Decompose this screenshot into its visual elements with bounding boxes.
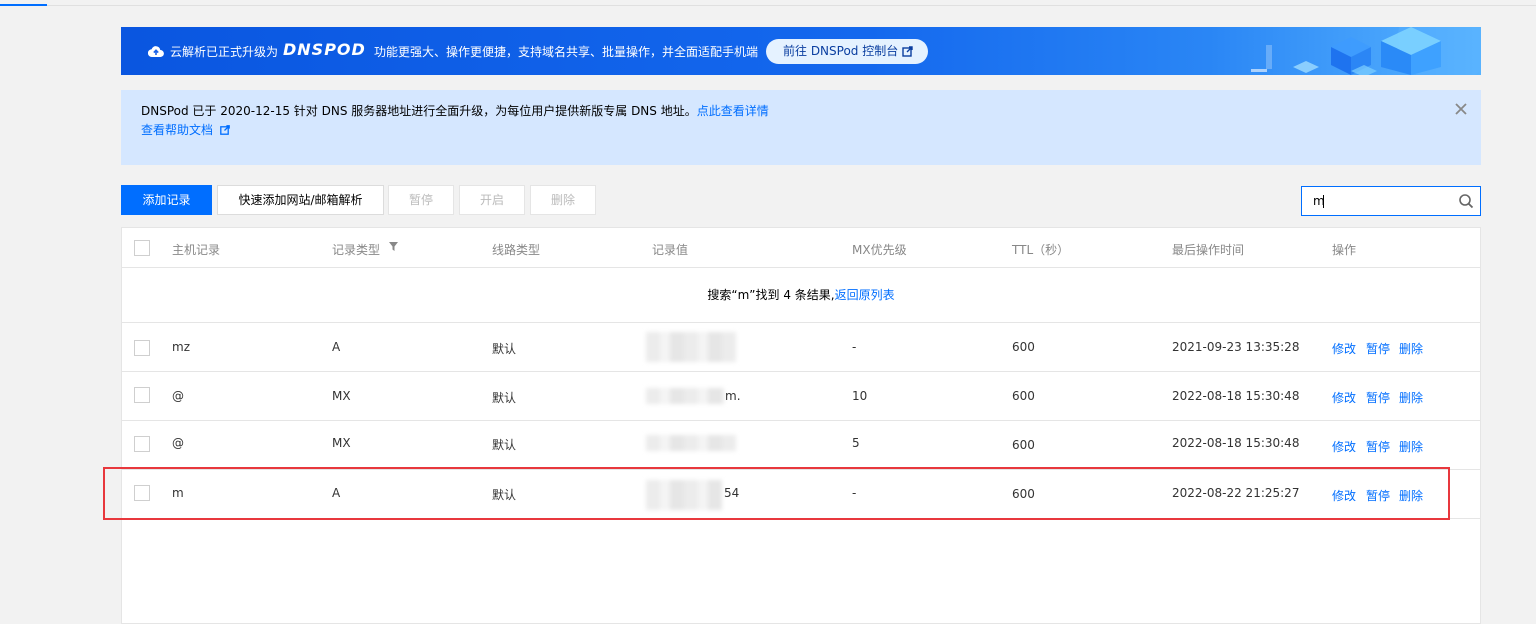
cell-mx: 10 <box>852 389 868 403</box>
cell-time: 2022-08-18 15:30:48 <box>1172 436 1300 450</box>
header-line: 线路类型 <box>492 243 541 257</box>
edit-link[interactable]: 修改 <box>1332 340 1356 357</box>
delete-button[interactable]: 删除 <box>530 185 596 215</box>
go-to-dnspod-console-button[interactable]: 前往 DNSPod 控制台 <box>766 39 928 64</box>
banner-description: 功能更强大、操作更便捷，支持域名共享、批量操作，并全面适配手机端 <box>374 45 759 59</box>
dnspod-upgrade-banner: 云解析已正式升级为 DNSPOD 功能更强大、操作更便捷，支持域名共享、批量操作… <box>121 27 1481 75</box>
header-host: 主机记录 <box>172 243 221 257</box>
banner-decoration-graphic <box>1251 27 1481 75</box>
table-row: mz A 默认 - 600 2021-09-23 13:35:28 修改 暂停 … <box>122 323 1480 372</box>
pause-link[interactable]: 暂停 <box>1366 340 1390 357</box>
cell-type: A <box>332 340 341 354</box>
active-tab-indicator <box>0 4 47 6</box>
dns-record-table: 主机记录 记录类型 线路类型 记录值 MX优先级 TTL（秒） 最后操作时间 操… <box>121 227 1481 624</box>
row-checkbox[interactable] <box>134 436 150 452</box>
edit-link[interactable]: 修改 <box>1332 438 1356 455</box>
cell-host: @ <box>172 389 184 403</box>
cell-line: 默认 <box>492 342 517 356</box>
cell-type: MX <box>332 389 351 403</box>
header-ops: 操作 <box>1332 243 1357 257</box>
cell-type: MX <box>332 436 351 450</box>
notice-details-link[interactable]: 点此查看详情 <box>697 104 769 118</box>
search-icon[interactable] <box>1458 193 1474 209</box>
table-header: 主机记录 记录类型 线路类型 记录值 MX优先级 TTL（秒） 最后操作时间 操… <box>122 228 1480 268</box>
help-doc-row: 查看帮助文档 <box>141 121 230 138</box>
cell-host: mz <box>172 340 190 354</box>
pause-link[interactable]: 暂停 <box>1366 389 1390 406</box>
search-result-info: 搜索“m”找到 4 条结果,返回原列表 <box>122 268 1480 323</box>
delete-link[interactable]: 删除 <box>1399 340 1423 357</box>
row-checkbox[interactable] <box>134 340 150 356</box>
upgrade-notice: DNSPod 已于 2020-12-15 针对 DNS 服务器地址进行全面升级，… <box>121 90 1481 165</box>
external-link-icon <box>902 46 913 57</box>
banner-lead-text: 云解析已正式升级为 <box>170 45 279 59</box>
row-checkbox[interactable] <box>134 387 150 403</box>
cta-label: 前往 DNSPod 控制台 <box>783 44 899 58</box>
cell-mx: 5 <box>852 436 860 450</box>
cell-line: 默认 <box>492 391 517 405</box>
filter-icon[interactable] <box>389 242 398 251</box>
header-mx: MX优先级 <box>852 243 907 257</box>
redacted-value <box>646 332 736 362</box>
search-result-text: 搜索“m”找到 4 条结果, <box>707 288 835 302</box>
close-icon[interactable] <box>1454 102 1468 116</box>
cell-value-suffix: m. <box>725 389 741 403</box>
redacted-value <box>646 435 736 451</box>
cell-time: 2021-09-23 13:35:28 <box>1172 340 1300 354</box>
pause-button[interactable]: 暂停 <box>388 185 454 215</box>
notice-message: DNSPod 已于 2020-12-15 针对 DNS 服务器地址进行全面升级，… <box>141 104 697 118</box>
header-time: 最后操作时间 <box>1172 243 1245 257</box>
text-caret <box>1323 195 1324 208</box>
cell-ttl: 600 <box>1012 438 1035 452</box>
highlight-annotation-box <box>103 467 1450 520</box>
header-type: 记录类型 <box>332 243 381 257</box>
table-row: @ MX 默认 5 600 2022-08-18 15:30:48 修改 暂停 … <box>122 421 1480 470</box>
delete-link[interactable]: 删除 <box>1399 438 1423 455</box>
cell-mx: - <box>852 340 857 354</box>
external-link-icon <box>219 125 230 135</box>
quick-add-button[interactable]: 快速添加网站/邮箱解析 <box>217 185 384 215</box>
cloud-upload-icon <box>148 46 164 58</box>
search-input[interactable]: m <box>1301 186 1481 216</box>
header-ttl: TTL（秒） <box>1012 243 1070 257</box>
select-all-checkbox[interactable] <box>134 240 150 256</box>
table-row: @ MX 默认 m. 10 600 2022-08-18 15:30:48 修改… <box>122 372 1480 421</box>
redacted-value <box>646 388 724 404</box>
pause-link[interactable]: 暂停 <box>1366 438 1390 455</box>
delete-link[interactable]: 删除 <box>1399 389 1423 406</box>
cell-ttl: 600 <box>1012 389 1035 403</box>
top-tab-strip <box>0 0 1536 6</box>
add-record-button[interactable]: 添加记录 <box>121 185 212 215</box>
dnspod-logo: DNSPOD <box>283 40 366 59</box>
notice-text: DNSPod 已于 2020-12-15 针对 DNS 服务器地址进行全面升级，… <box>141 102 769 119</box>
header-value: 记录值 <box>652 243 689 257</box>
enable-button[interactable]: 开启 <box>459 185 525 215</box>
cell-ttl: 600 <box>1012 340 1035 354</box>
cell-host: @ <box>172 436 184 450</box>
edit-link[interactable]: 修改 <box>1332 389 1356 406</box>
help-doc-link[interactable]: 查看帮助文档 <box>141 123 213 137</box>
cell-line: 默认 <box>492 438 517 452</box>
back-to-list-link[interactable]: 返回原列表 <box>835 288 895 302</box>
cell-time: 2022-08-18 15:30:48 <box>1172 389 1300 403</box>
